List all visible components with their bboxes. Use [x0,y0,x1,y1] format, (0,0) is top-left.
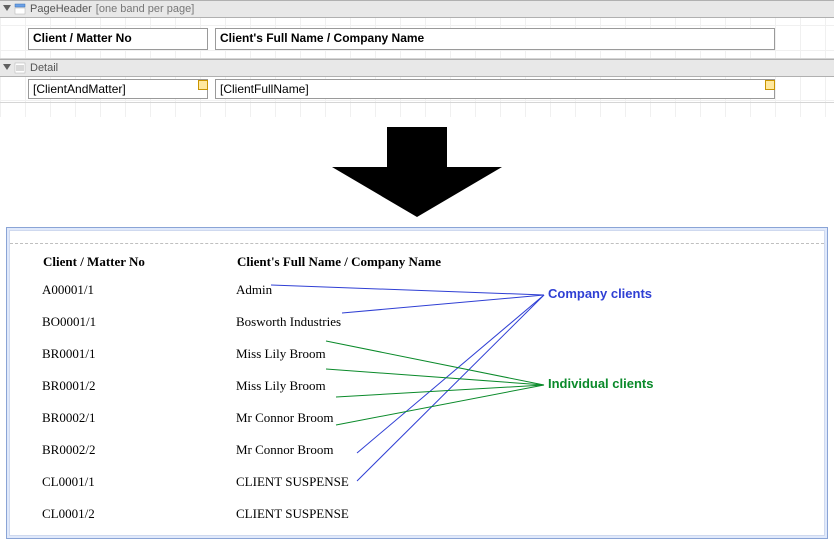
pageheader-icon [14,3,26,15]
preview-header-col2: Client's Full Name / Company Name [236,253,558,276]
cell-no: BR0001/2 [42,374,234,404]
smart-tag-icon[interactable] [198,80,208,90]
detail-field1: [ClientAndMatter] [33,82,126,96]
smart-tag-icon[interactable] [765,80,775,90]
transform-arrow [0,117,834,227]
detail-icon [14,62,26,74]
table-row: BR0001/2Miss Lily Broom [42,374,558,404]
cell-name: Bosworth Industries [236,310,558,340]
preview-header-col1: Client / Matter No [42,253,234,276]
detail-cell-field2[interactable]: [ClientFullName] [215,79,775,99]
cell-no: A00001/1 [42,278,234,308]
report-designer: PageHeader [one band per page] Client / … [0,0,834,117]
preview-table: Client / Matter No Client's Full Name / … [10,251,560,534]
cell-no: CL0001/2 [42,502,234,532]
table-row: A00001/1Admin [42,278,558,308]
cell-name: Admin [236,278,558,308]
cell-no: CL0001/1 [42,470,234,500]
table-row: BR0002/2Mr Connor Broom [42,438,558,468]
band-title: PageHeader [30,1,92,17]
cell-name: CLIENT SUSPENSE [236,470,558,500]
table-row: BR0001/1Miss Lily Broom [42,342,558,372]
table-row: CL0001/2CLIENT SUSPENSE [42,502,558,532]
annotation-individual: Individual clients [548,376,653,391]
margin-guide [10,243,824,244]
cell-name: Miss Lily Broom [236,374,558,404]
header-text-col1: Client / Matter No [33,31,132,45]
header-cell-col2[interactable]: Client's Full Name / Company Name [215,28,775,50]
collapse-icon[interactable] [2,4,12,14]
band-subtitle: [one band per page] [96,1,194,17]
table-row: BO0001/1Bosworth Industries [42,310,558,340]
band-header-pageheader[interactable]: PageHeader [one band per page] [0,0,834,18]
annotation-company: Company clients [548,286,652,301]
cell-no: BO0001/1 [42,310,234,340]
band-body-detail[interactable]: [ClientAndMatter] [ClientFullName] [0,77,834,103]
arrow-down-icon [332,127,502,217]
band-header-detail[interactable]: Detail [0,59,834,77]
collapse-icon[interactable] [2,63,12,73]
cell-no: BR0002/1 [42,406,234,436]
band-title: Detail [30,60,58,76]
cell-no: BR0002/2 [42,438,234,468]
report-preview: Client / Matter No Client's Full Name / … [6,227,828,539]
table-row: BR0002/1Mr Connor Broom [42,406,558,436]
cell-name: Mr Connor Broom [236,406,558,436]
cell-name: CLIENT SUSPENSE [236,502,558,532]
cell-name: Miss Lily Broom [236,342,558,372]
detail-cell-field1[interactable]: [ClientAndMatter] [28,79,208,99]
cell-no: BR0001/1 [42,342,234,372]
header-cell-col1[interactable]: Client / Matter No [28,28,208,50]
detail-field2: [ClientFullName] [220,82,309,96]
cell-name: Mr Connor Broom [236,438,558,468]
table-row: CL0001/1CLIENT SUSPENSE [42,470,558,500]
header-text-col2: Client's Full Name / Company Name [220,31,424,45]
band-body-pageheader[interactable]: Client / Matter No Client's Full Name / … [0,18,834,59]
